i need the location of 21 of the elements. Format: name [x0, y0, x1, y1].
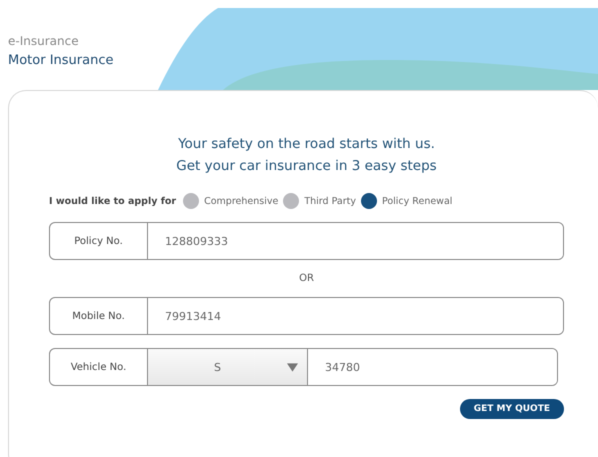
- radio-icon[interactable]: [360, 193, 377, 209]
- headline: Get your car insurance in 3 easy steps: [176, 157, 437, 176]
- option-label: Policy Renewal: [382, 196, 452, 206]
- input-field[interactable]: Vehicle No. S 34780: [49, 348, 558, 386]
- radio-option[interactable]: Policy Renewal: [360, 193, 452, 209]
- radio-option[interactable]: Third Party: [283, 193, 356, 209]
- headline: Your safety on the road starts with us.: [178, 135, 435, 154]
- radio-icon[interactable]: [283, 193, 300, 209]
- section-label: e-Insurance: [8, 34, 80, 48]
- input-field[interactable]: Policy No. 128809333: [49, 222, 564, 260]
- input-field[interactable]: Mobile No. 79913414: [49, 297, 564, 335]
- option-label: Comprehensive: [204, 196, 278, 206]
- or-separator: OR: [298, 273, 315, 284]
- page-title: Motor Insurance: [8, 53, 114, 68]
- apply-label: I would like to apply for: [49, 196, 176, 206]
- dropdown[interactable]: S: [148, 349, 308, 385]
- radio-option[interactable]: Comprehensive: [183, 193, 278, 209]
- radio-icon[interactable]: [183, 193, 200, 209]
- caret-icon: [287, 362, 298, 372]
- get-quote-button[interactable]: GET MY QUOTE: [460, 399, 564, 419]
- option-label: Third Party: [304, 196, 356, 206]
